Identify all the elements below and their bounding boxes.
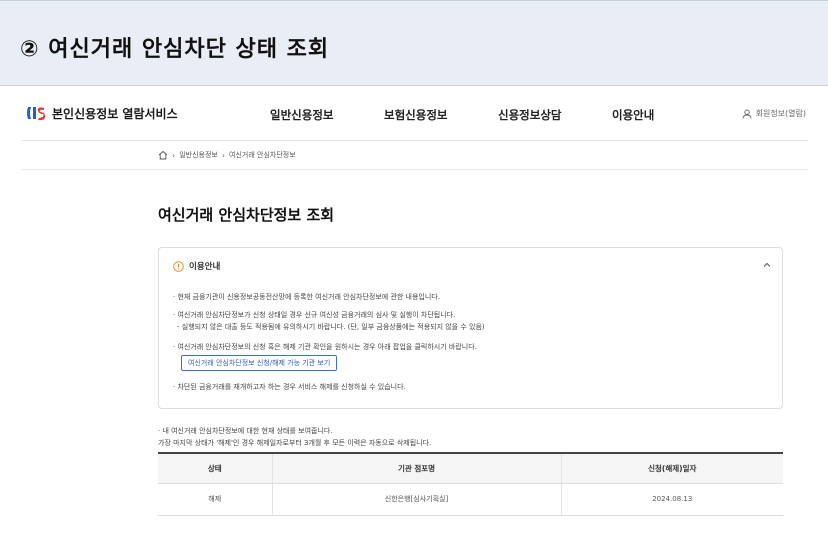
cell-institution: 신한은행[심사기획실]	[271, 483, 561, 516]
usage-guide-header[interactable]: 이용안내	[173, 260, 220, 272]
step-banner: ② 여신거래 안심차단 상태 조회	[0, 0, 828, 86]
site-logo[interactable]: 본인신용정보 열람서비스	[26, 104, 178, 122]
column-header-status: 상태	[158, 452, 272, 484]
info-line-3: - 실행되지 않은 대출 등도 적용됨에 유의하시기 바랍니다. (단, 일부 …	[177, 323, 485, 331]
banner-title: ② 여신거래 안심차단 상태 조회	[20, 37, 330, 62]
table-row: 해제 신한은행[심사기획실] 2024.08.13	[158, 483, 783, 516]
info-line-2: · 여신거래 안심차단정보가 신청 상태일 경우 신규 여신성 금융거래의 심사…	[173, 311, 456, 319]
column-header-date: 신청(해제)일자	[560, 452, 783, 484]
nav-insurance-credit[interactable]: 보험신용정보	[384, 107, 447, 123]
breadcrumb-divider	[22, 169, 808, 170]
status-notice-1: · 내 여신거래 안심차단정보에 대한 현재 상태를 보여줍니다.	[158, 427, 333, 435]
breadcrumb-item-general[interactable]: 일반신용정보	[179, 150, 218, 160]
table-header-row: 상태 기관 점포명 신청(해제)일자	[158, 452, 783, 484]
usage-guide-title: 이용안내	[189, 262, 221, 272]
page-title: 여신거래 안심차단정보 조회	[158, 206, 335, 224]
view-institutions-button[interactable]: 여신거래 안심차단정보 신청/해제 가능 기관 보기	[181, 355, 338, 371]
breadcrumb-item-current: 여신거래 안심차단정보	[229, 151, 296, 159]
usage-guide-panel: 이용안내 · 현재 금융기관이 신용정보공동전산망에 등록한 여신거래 안심차단…	[158, 247, 783, 409]
cis-logo-icon	[26, 104, 46, 122]
member-info-link[interactable]: 회원정보(열람)	[742, 108, 806, 119]
nav-credit-consult[interactable]: 신용정보상담	[498, 107, 561, 123]
status-notice-2: 가장 마지막 상태가 '해제'인 경우 해제일자로부터 3개월 후 모든 이력은…	[158, 439, 432, 447]
nav-divider	[22, 140, 808, 141]
logo-text: 본인신용정보 열람서비스	[52, 106, 178, 121]
nav-general-credit[interactable]: 일반신용정보	[270, 107, 333, 123]
cell-date: 2024.08.13	[560, 483, 783, 516]
info-line-4: · 여신거래 안심차단정보의 신청 혹은 해제 기관 확인을 원하시는 경우 아…	[173, 343, 477, 351]
column-header-institution: 기관 점포명	[271, 452, 561, 484]
member-info-label: 회원정보(열람)	[755, 109, 806, 118]
info-line-5: · 차단된 금융거래를 재개하고자 하는 경우 서비스 해제를 신청하실 수 있…	[173, 383, 406, 391]
nav-usage-guide[interactable]: 이용안내	[612, 107, 654, 123]
info-icon	[173, 260, 184, 272]
chevron-up-icon[interactable]	[762, 260, 772, 270]
home-icon[interactable]	[158, 150, 168, 160]
breadcrumb: › 일반신용정보 › 여신거래 안심차단정보	[158, 150, 296, 160]
cell-status: 해제	[158, 483, 272, 516]
breadcrumb-separator-icon: ›	[221, 150, 226, 160]
user-icon	[742, 109, 752, 119]
breadcrumb-separator-icon: ›	[172, 150, 176, 160]
info-line-1: · 현재 금융기관이 신용정보공동전산망에 등록한 여신거래 안심차단정보에 관…	[173, 293, 440, 301]
status-table: 상태 기관 점포명 신청(해제)일자 해제 신한은행[심사기획실] 2024.0…	[158, 452, 783, 516]
site-header: 본인신용정보 열람서비스 일반신용정보 보험신용정보 신용정보상담 이용안내 회…	[0, 96, 828, 136]
